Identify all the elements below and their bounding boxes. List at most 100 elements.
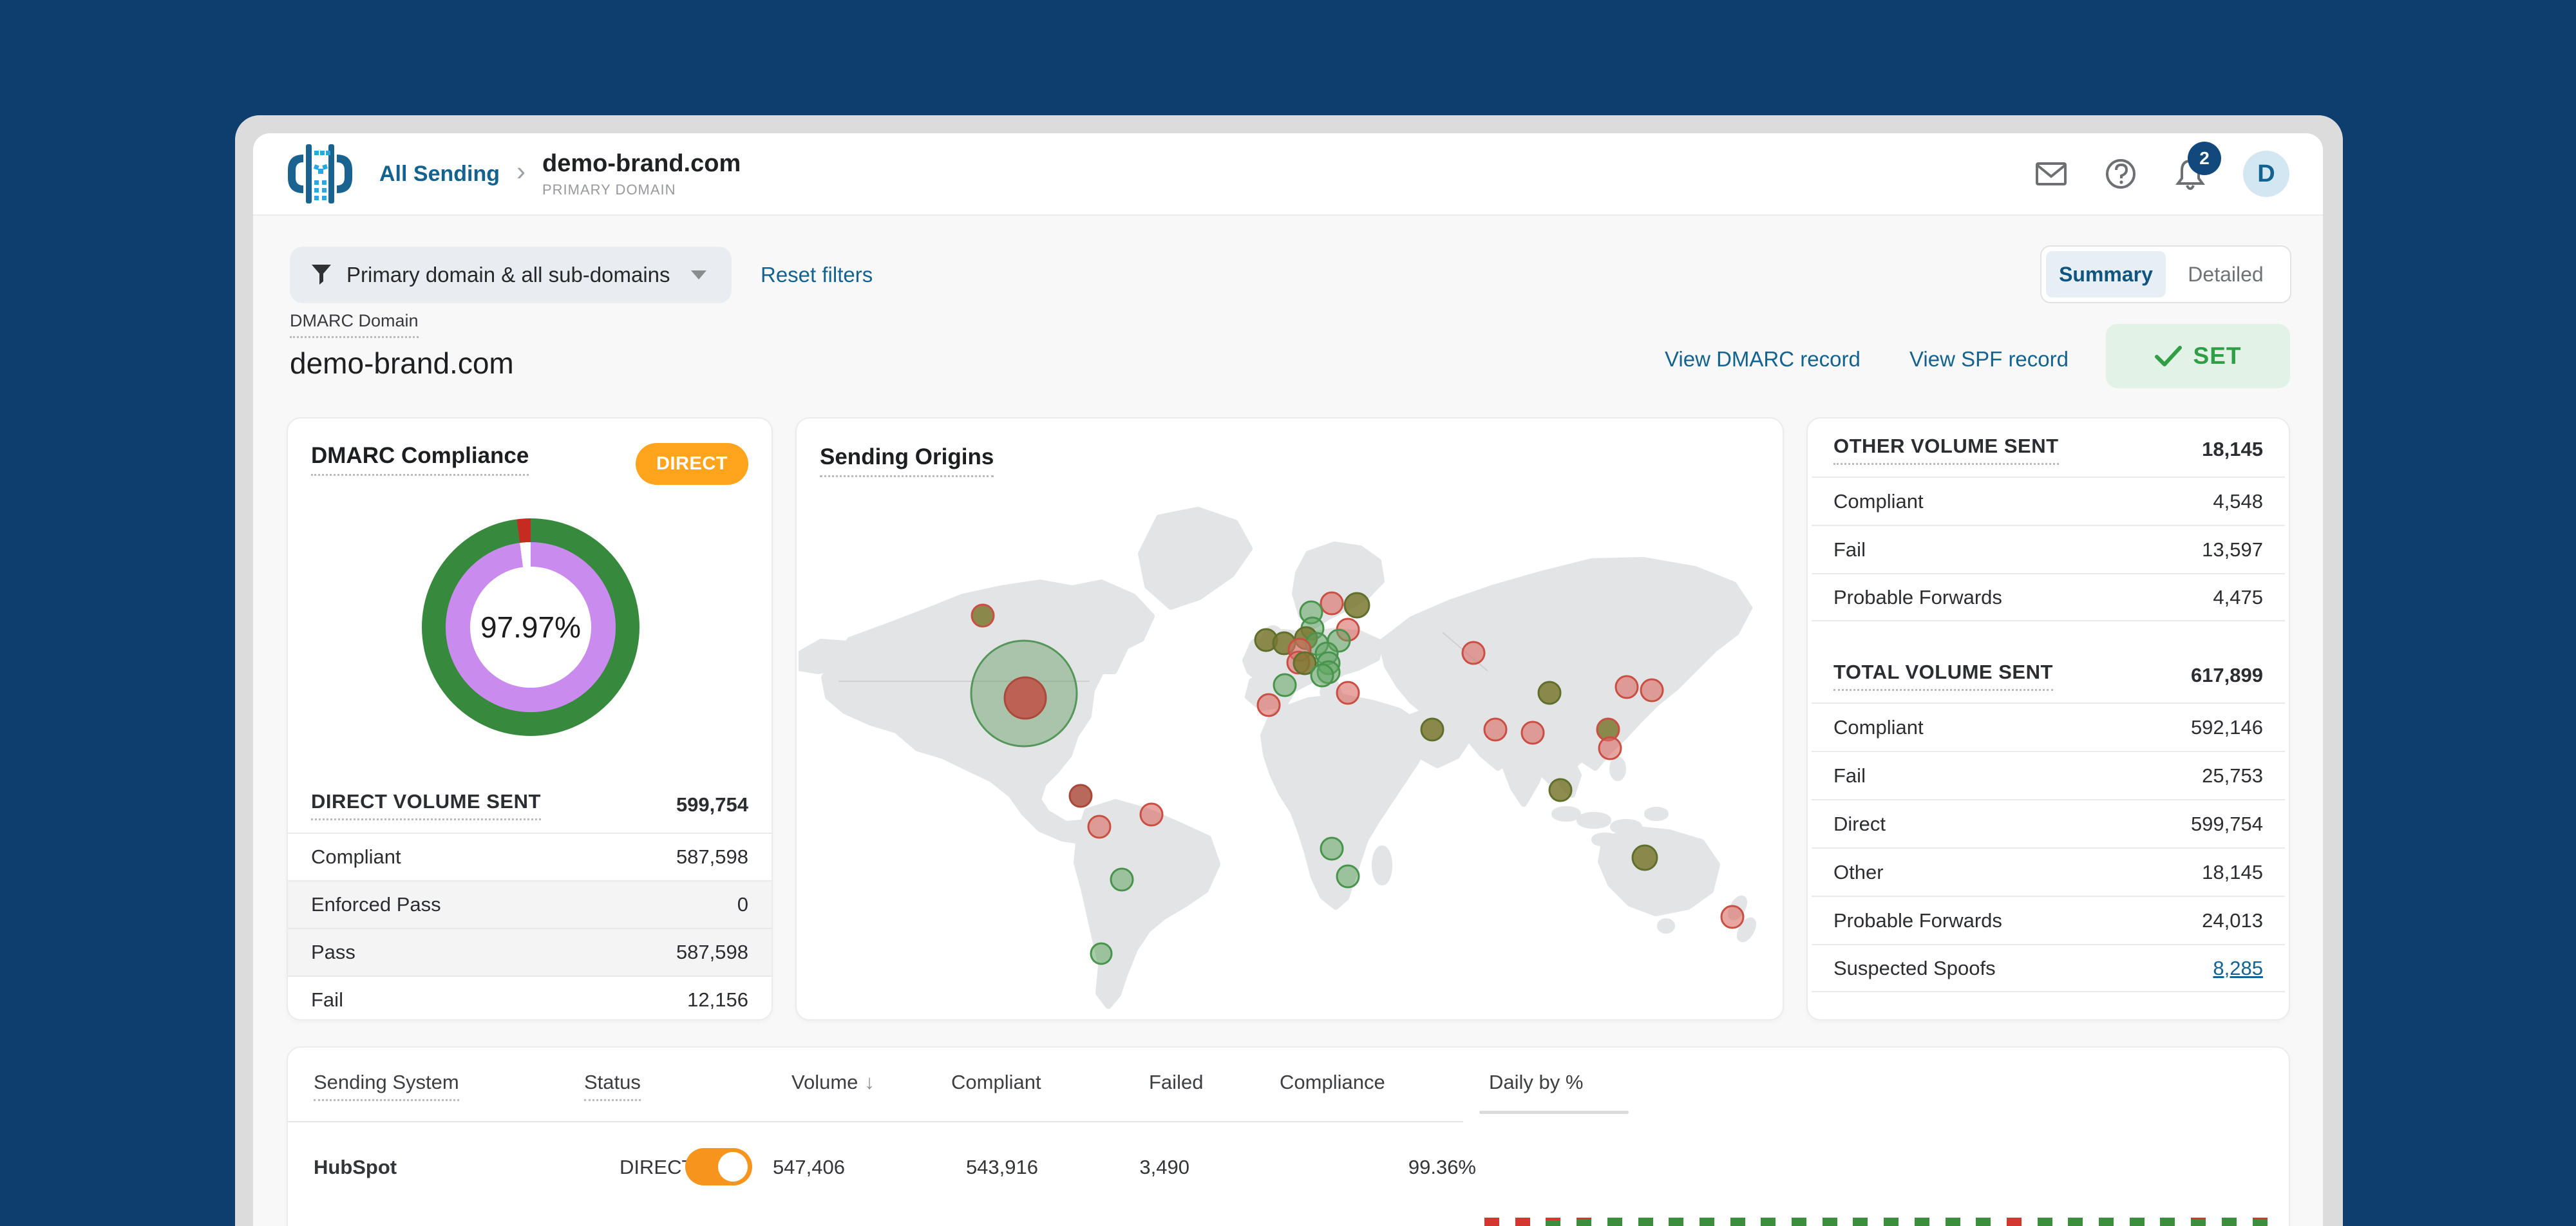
table-row: Other 18,145 [1812,847,2285,896]
direct-badge: DIRECT [636,443,748,485]
sending-system-link[interactable]: HubSpot [314,1156,397,1179]
origin-dot-red[interactable] [1720,905,1745,929]
header-actions: 2 D [2034,142,2289,197]
compliance-percent: 97.97% [480,610,581,644]
table-row: Compliant 587,598 [288,833,772,880]
origin-dot-green[interactable] [1310,663,1334,688]
notification-count-badge[interactable]: 2 [2188,142,2221,175]
table-row: Compliant 592,146 [1812,703,2285,751]
table-row: HubSpot DIRECT 547,406 543,916 3,490 99.… [288,1122,2289,1226]
notifications-bell[interactable]: 2 [2174,142,2221,191]
daily-bar [2191,1218,2206,1226]
compliance-stats-table: DIRECT VOLUME SENT 599,754 Compliant 587… [288,777,772,1023]
origin-dot-green[interactable] [1090,942,1113,965]
origin-dot-olive[interactable] [1631,844,1658,871]
reset-filters-link[interactable]: Reset filters [761,247,873,303]
daily-bar [1761,1218,1776,1226]
origin-dot-red[interactable] [1461,641,1486,665]
origin-dot-red[interactable] [1336,681,1360,705]
col-status[interactable]: Status [584,1071,641,1101]
daily-bar [1853,1218,1868,1226]
table-row: Fail 13,597 [1812,525,2285,573]
view-mode-toggle: Summary Detailed [2040,245,2291,303]
col-daily-by-pct[interactable]: Daily by % [1489,1071,1583,1094]
daily-chart-scrollbar[interactable] [1479,1111,1629,1114]
daily-bar [1914,1218,1929,1226]
daily-compliance-bar-chart[interactable] [1484,1218,2289,1226]
view-spf-record-link[interactable]: View SPF record [1909,347,2069,372]
origin-dot-red[interactable] [1598,736,1622,760]
origin-dot-big-red[interactable] [1003,676,1047,720]
total-volume-header: TOTAL VOLUME SENT [1833,661,2053,691]
filter-funnel-icon [312,265,331,285]
origin-dot-green[interactable] [1320,836,1344,861]
view-dmarc-record-link[interactable]: View DMARC record [1665,347,1861,372]
daily-bar [1822,1218,1837,1226]
breadcrumb-domain-type: PRIMARY DOMAIN [542,181,676,198]
col-compliant[interactable]: Compliant [951,1071,1041,1094]
compliance-value: 99.36% [1408,1156,1476,1178]
daily-bar [2252,1218,2268,1226]
user-avatar[interactable]: D [2243,151,2289,197]
origin-dot-red[interactable] [1640,678,1664,703]
app-surface: All Sending › demo-brand.com PRIMARY DOM… [253,133,2323,1226]
mail-icon[interactable] [2034,157,2068,191]
dmarc-compliance-card: DMARC Compliance DIRECT 97.97% DIRECT VO… [287,417,773,1021]
dmarc-domain-label: DMARC Domain [290,311,419,338]
origin-dot-darkred[interactable] [1068,784,1093,808]
origin-dot-red[interactable] [1139,802,1164,827]
daily-bar [1699,1218,1714,1226]
volume-stats-card: OTHER VOLUME SENT 18,145 Compliant 4,548… [1806,417,2290,1021]
origin-dot-red[interactable] [1615,675,1639,699]
table-row: TOTAL VOLUME SENT 617,899 [1812,648,2285,703]
origin-dot-red[interactable] [1520,721,1545,745]
compliance-donut-chart: 97.97% [422,518,639,736]
origin-dot-olive-redring[interactable] [971,603,995,628]
table-row: Direct 599,754 [1812,799,2285,847]
daily-bar [1484,1218,1499,1226]
dmarcian-logo-icon[interactable] [287,143,354,205]
origin-dot-olive[interactable] [1537,681,1562,705]
tab-summary[interactable]: Summary [2046,251,2166,297]
breadcrumb-all-sending[interactable]: All Sending [379,162,500,187]
daily-bar [1515,1218,1530,1226]
daily-bar [1577,1218,1592,1226]
col-compliance[interactable]: Compliance [1280,1071,1385,1094]
sending-systems-table-card: Sending System Status Volume ↓ Compliant … [287,1046,2290,1226]
failed-value: 3,490 [1139,1156,1189,1178]
daily-bar [2221,1218,2237,1226]
origin-dot-olive[interactable] [1548,778,1573,802]
origin-dot-red[interactable] [1256,693,1281,717]
help-icon[interactable] [2104,157,2137,191]
dmarc-domain-title: demo-brand.com [290,346,514,380]
origin-dot-green[interactable] [1273,673,1297,697]
origins-card-title: Sending Origins [820,444,994,477]
origin-dot-red[interactable] [1087,815,1112,839]
table-row: Compliant 4,548 [1812,476,2285,525]
origin-dot-olive[interactable] [1343,592,1370,619]
suspected-spoofs-link[interactable]: 8,285 [2213,957,2263,980]
sending-origins-card: Sending Origins [795,417,1784,1021]
col-volume[interactable]: Volume ↓ [791,1071,875,1094]
table-row: Enforced Pass 0 [288,880,772,928]
daily-bar [1669,1218,1684,1226]
origin-dot-red[interactable] [1320,591,1344,616]
col-failed[interactable]: Failed [1149,1071,1203,1094]
daily-bar [1945,1218,1960,1226]
origin-dot-green[interactable] [1110,867,1134,892]
sort-desc-icon[interactable]: ↓ [864,1071,875,1094]
table-row: Fail 12,156 [288,976,772,1023]
table-row: Suspected Spoofs 8,285 [1812,944,2285,992]
tab-detailed[interactable]: Detailed [2166,251,2286,297]
origin-dot-olive[interactable] [1420,717,1444,742]
origin-dot-green[interactable] [1336,864,1360,889]
table-row: Pass 587,598 [288,928,772,976]
domain-filter-dropdown[interactable]: Primary domain & all sub-domains [290,247,732,303]
other-volume-header: OTHER VOLUME SENT [1833,435,2059,465]
origin-dot-red[interactable] [1483,717,1508,742]
daily-bar [1976,1218,1991,1226]
world-map[interactable] [799,478,1784,1019]
compliant-value: 543,916 [965,1156,1038,1178]
col-sending-system[interactable]: Sending System [314,1071,459,1101]
